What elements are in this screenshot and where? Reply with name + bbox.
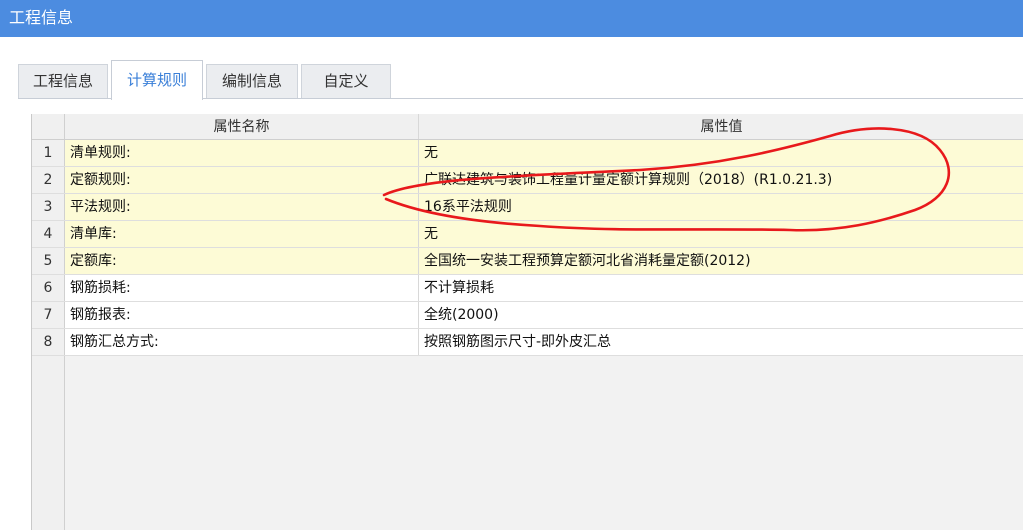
window-title: 工程信息 <box>9 8 74 27</box>
tab-compilation-info[interactable]: 编制信息 <box>206 64 298 98</box>
property-name-cell: 清单库: <box>65 221 419 247</box>
tab-label: 工程信息 <box>32 72 93 90</box>
row-number: 2 <box>32 167 65 193</box>
property-name-cell: 钢筋损耗: <box>65 275 419 301</box>
tab-custom[interactable]: 自定义 <box>301 64 391 98</box>
column-header-name[interactable]: 属性名称 <box>65 114 419 139</box>
table-row[interactable]: 2 定额规则: 广联达建筑与装饰工程量计量定额计算规则（2018）(R1.0.2… <box>32 167 1023 194</box>
property-value-cell[interactable]: 无 <box>419 221 1023 247</box>
property-value-cell[interactable]: 全统(2000) <box>419 302 1023 328</box>
row-number: 1 <box>32 140 65 166</box>
row-number: 5 <box>32 248 65 274</box>
row-number: 3 <box>32 194 65 220</box>
table-row[interactable]: 1 清单规则: 无 <box>32 140 1023 167</box>
table-row[interactable]: 4 清单库: 无 <box>32 221 1023 248</box>
table-row[interactable]: 8 钢筋汇总方式: 按照钢筋图示尺寸-即外皮汇总 <box>32 329 1023 356</box>
property-value-cell[interactable]: 全国统一安装工程预算定额河北省消耗量定额(2012) <box>419 248 1023 274</box>
property-name-cell: 定额库: <box>65 248 419 274</box>
row-number: 4 <box>32 221 65 247</box>
property-name-cell: 定额规则: <box>65 167 419 193</box>
row-number-gutter <box>32 356 65 530</box>
tab-project-info[interactable]: 工程信息 <box>18 64 108 98</box>
table-row[interactable]: 3 平法规则: 16系平法规则 <box>32 194 1023 221</box>
property-name-cell: 钢筋报表: <box>65 302 419 328</box>
table-row[interactable]: 7 钢筋报表: 全统(2000) <box>32 302 1023 329</box>
property-grid[interactable]: 属性名称 属性值 1 清单规则: 无 2 定额规则: 广联达建筑与装饰工程量计量… <box>31 114 1023 530</box>
table-row[interactable]: 5 定额库: 全国统一安装工程预算定额河北省消耗量定额(2012) <box>32 248 1023 275</box>
window-title-bar: 工程信息 <box>0 0 1023 37</box>
property-value-cell[interactable]: 不计算损耗 <box>419 275 1023 301</box>
property-value-cell[interactable]: 无 <box>419 140 1023 166</box>
row-number: 6 <box>32 275 65 301</box>
grid-header-row: 属性名称 属性值 <box>32 114 1023 140</box>
property-name-cell: 平法规则: <box>65 194 419 220</box>
column-header-value[interactable]: 属性值 <box>419 114 1023 139</box>
row-number: 7 <box>32 302 65 328</box>
row-number-header <box>32 114 65 139</box>
property-value-cell[interactable]: 按照钢筋图示尺寸-即外皮汇总 <box>419 329 1023 355</box>
tab-label: 编制信息 <box>221 72 282 90</box>
row-number: 8 <box>32 329 65 355</box>
property-value-cell[interactable]: 广联达建筑与装饰工程量计量定额计算规则（2018）(R1.0.21.3) <box>419 167 1023 193</box>
property-name-cell: 清单规则: <box>65 140 419 166</box>
tab-label: 计算规则 <box>126 71 187 89</box>
property-value-cell[interactable]: 16系平法规则 <box>419 194 1023 220</box>
tab-calculation-rules[interactable]: 计算规则 <box>111 60 203 100</box>
tab-label: 自定义 <box>323 72 369 90</box>
table-row[interactable]: 6 钢筋损耗: 不计算损耗 <box>32 275 1023 302</box>
property-name-cell: 钢筋汇总方式: <box>65 329 419 355</box>
